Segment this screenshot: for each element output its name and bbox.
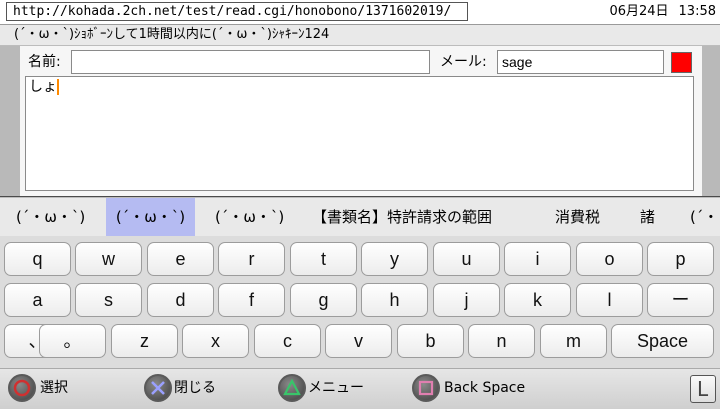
post-form: 名前: メール: sage しょ [20,46,702,196]
key-l[interactable]: l [576,283,643,317]
key-m[interactable]: m [540,324,607,358]
help-backspace-label: Back Space [444,380,526,396]
url-field[interactable]: http://kohada.2ch.net/test/read.cgi/hono… [6,2,468,21]
candidate-item[interactable]: 消費税 [555,198,600,237]
key-b[interactable]: b [397,324,464,358]
candidate-item[interactable]: 諸 [640,198,655,237]
key-d[interactable]: d [147,283,214,317]
key-q[interactable]: q [4,242,71,276]
key-z[interactable]: z [111,324,178,358]
ime-composition-text: しょ [29,79,59,95]
mail-label: メール: [440,54,487,70]
key-h[interactable]: h [361,283,428,317]
key-w[interactable]: w [75,242,142,276]
clock: 06月24日 13:58 [599,2,716,21]
button-guide-bar: 選択 閉じる メニュー Back Space L [0,368,720,409]
address-bar: http://kohada.2ch.net/test/read.cgi/hono… [0,0,720,25]
help-select-label: 選択 [40,380,68,396]
key-long-vowel[interactable]: ー [647,283,714,317]
circle-glyph [13,379,31,397]
l-button-icon[interactable]: L [690,375,716,403]
message-textarea[interactable]: しょ [25,76,694,191]
key-s[interactable]: s [75,283,142,317]
name-input[interactable] [71,50,430,74]
key-i[interactable]: i [504,242,571,276]
triangle-button-icon [278,374,306,402]
post-form-panel: 名前: メール: sage しょ [0,46,720,196]
color-swatch[interactable] [671,52,692,73]
key-j[interactable]: j [433,283,500,317]
key-c[interactable]: c [254,324,321,358]
key-k[interactable]: k [504,283,571,317]
key-f[interactable]: f [218,283,285,317]
triangle-glyph [283,378,301,396]
square-glyph [418,380,434,396]
candidate-item-selected[interactable]: (´・ω・`) [106,198,195,237]
key-period[interactable]: 。 [39,324,106,358]
key-r[interactable]: r [218,242,285,276]
key-u[interactable]: u [433,242,500,276]
square-button-icon [412,374,440,402]
candidate-item[interactable]: (´・ω・`) [215,198,284,237]
key-t[interactable]: t [290,242,357,276]
cross-glyph [151,381,165,395]
name-label: 名前: [28,54,61,70]
help-menu-label: メニュー [308,380,364,396]
conversion-candidate-bar: (´・ω・`) (´・ω・`) (´・ω・`) 【書類名】特許請求の範囲 消費税… [0,197,720,237]
key-a[interactable]: a [4,283,71,317]
key-e[interactable]: e [147,242,214,276]
space-key[interactable]: Space [611,324,714,358]
key-g[interactable]: g [290,283,357,317]
key-p[interactable]: p [647,242,714,276]
key-y[interactable]: y [361,242,428,276]
software-keyboard: q w e r t y u i o p a s d f g h j k l ー … [0,236,720,368]
candidate-item[interactable]: 【書類名】特許請求の範囲 [312,198,492,237]
thread-title: (´・ω・`)ｼｮﾎﾞｰﾝして1時間以内に(´・ω・`)ｼｬｷｰﾝ124 [14,27,330,42]
cross-button-icon [144,374,172,402]
thread-title-bar: (´・ω・`)ｼｮﾎﾞｰﾝして1時間以内に(´・ω・`)ｼｬｷｰﾝ124 [0,25,720,46]
help-close-label: 閉じる [174,380,216,396]
key-v[interactable]: v [325,324,392,358]
candidate-item[interactable]: (´・ [690,198,718,237]
key-n[interactable]: n [468,324,535,358]
key-o[interactable]: o [576,242,643,276]
key-x[interactable]: x [182,324,249,358]
candidate-item[interactable]: (´・ω・`) [16,198,85,237]
date-text: 06月24日 [609,4,669,19]
mail-input[interactable]: sage [497,50,664,74]
time-text: 13:58 [678,4,716,19]
circle-button-icon [8,374,36,402]
l-button-label: L [697,377,709,401]
